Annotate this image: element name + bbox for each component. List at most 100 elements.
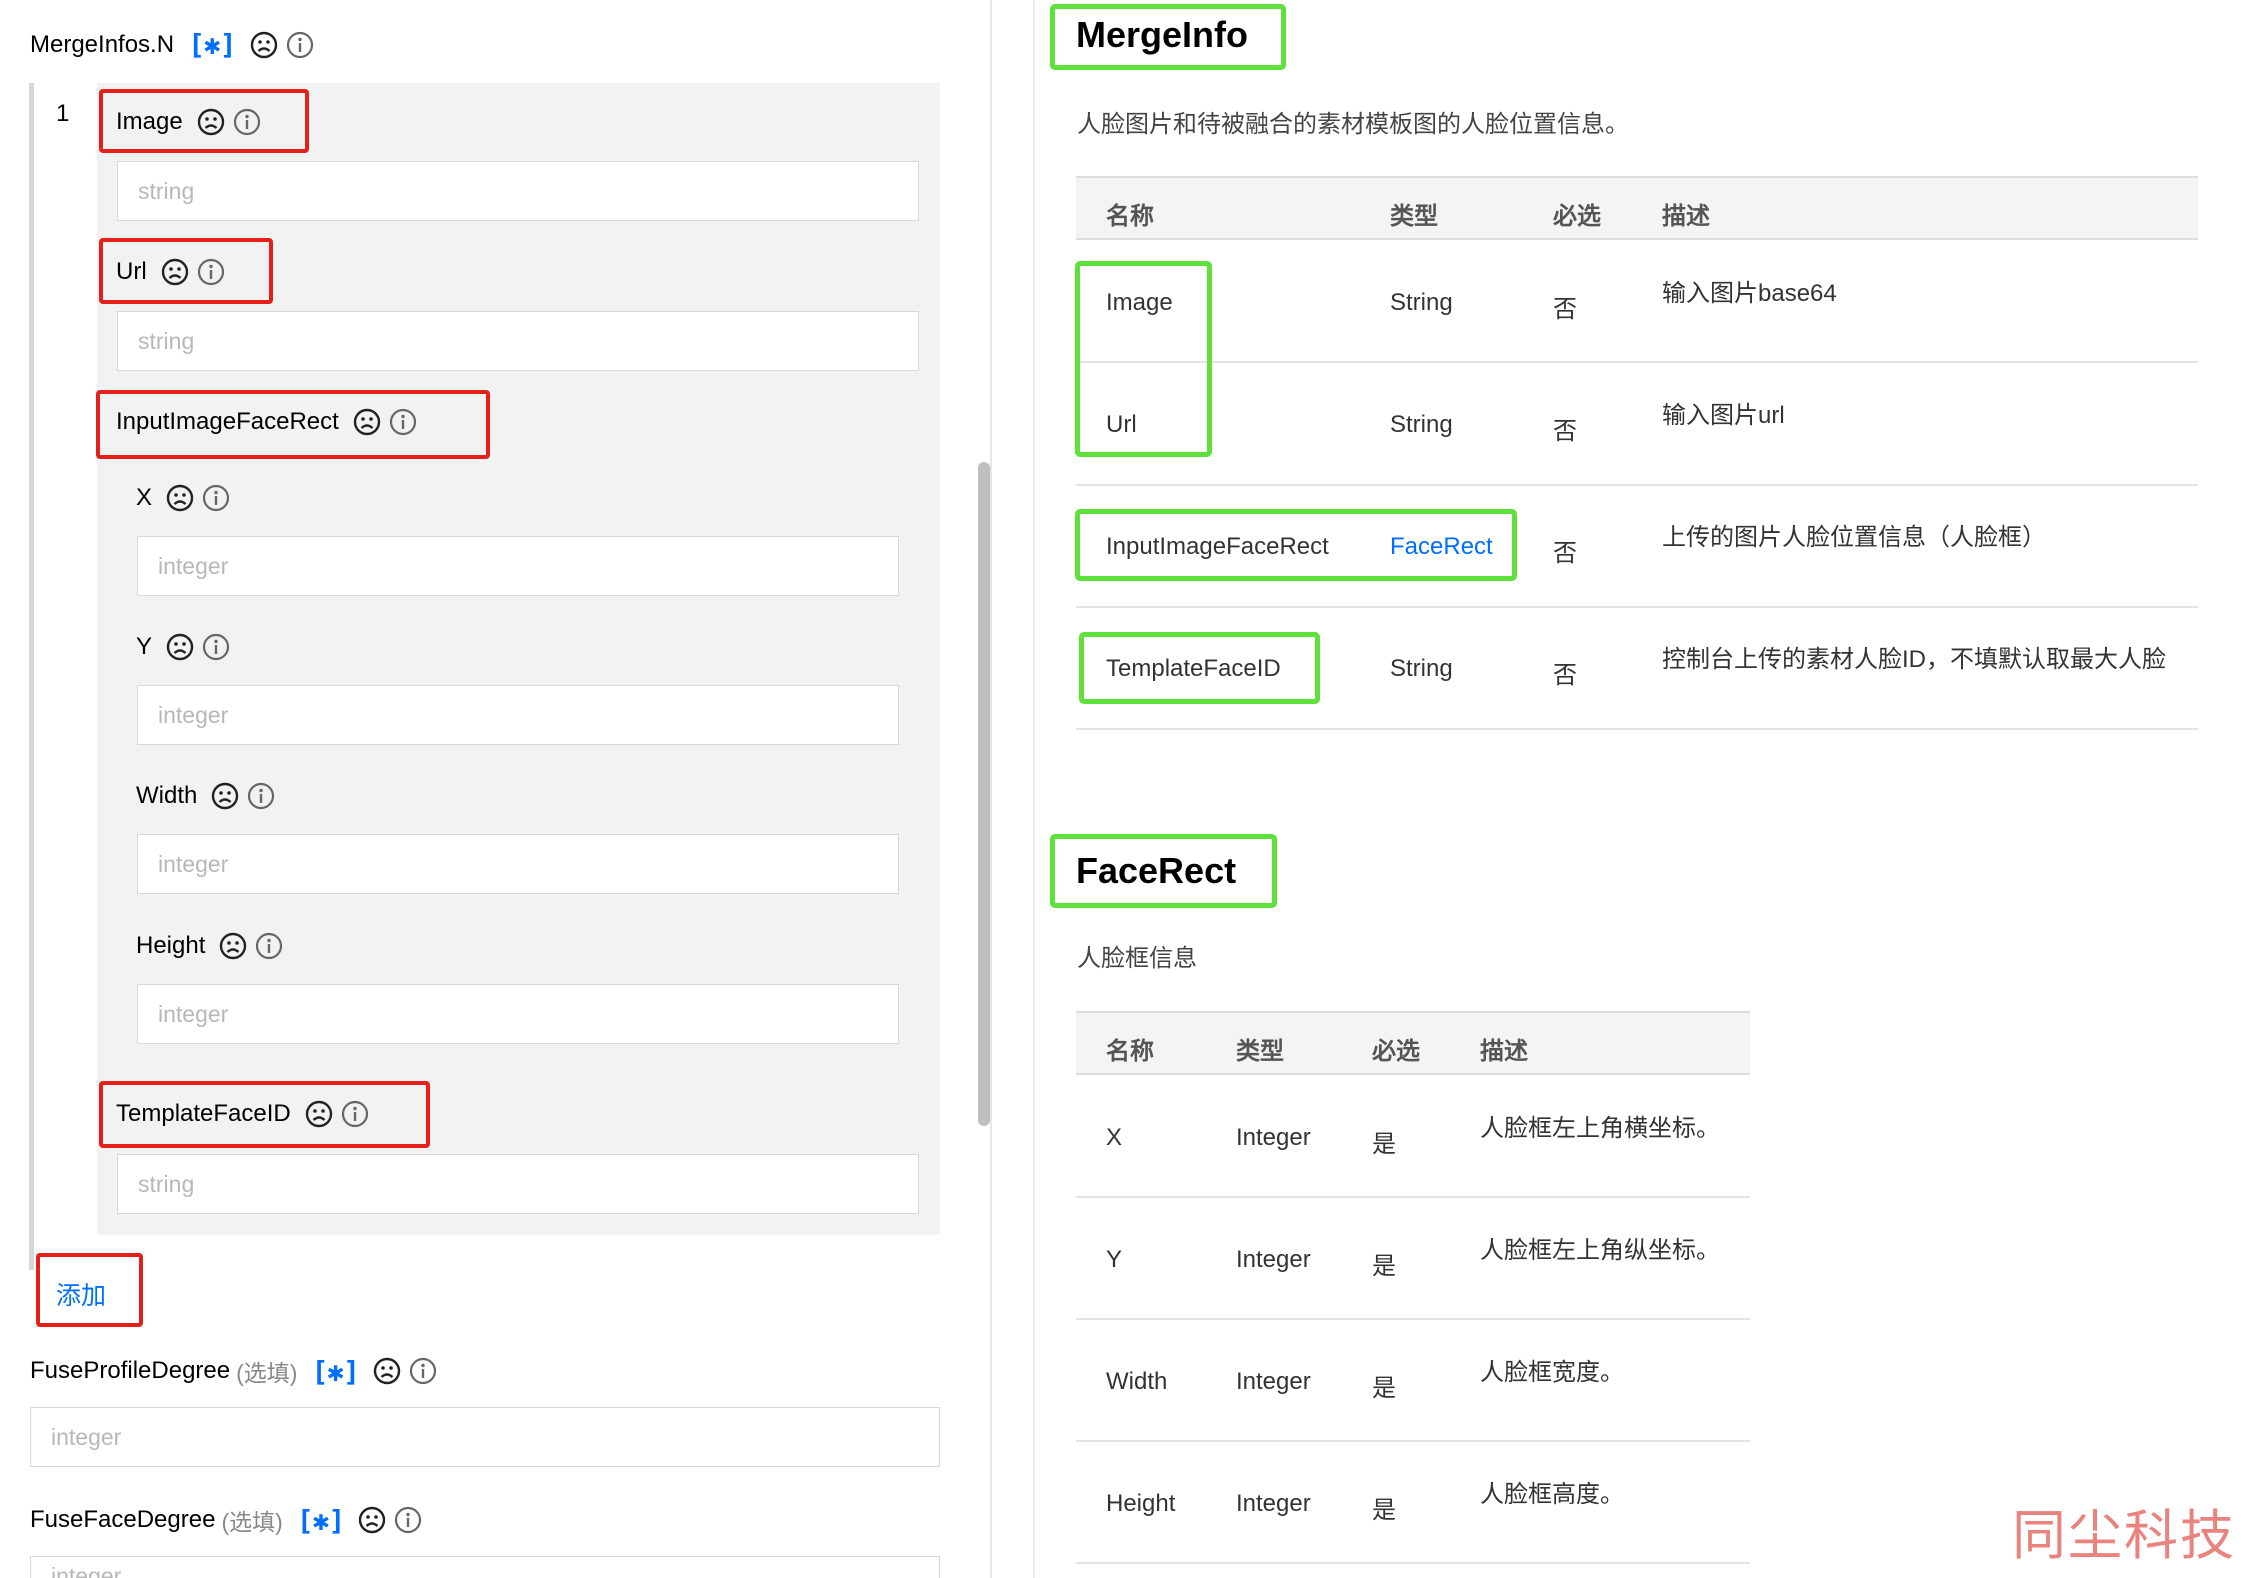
optional-tag: (选填)	[236, 1360, 298, 1386]
template-input[interactable]: string	[117, 1154, 919, 1214]
cell-required: 是	[1372, 1253, 1396, 1280]
fuse-face-input[interactable]: integer	[30, 1556, 940, 1578]
cell-desc: 上传的图片人脸位置信息（人脸框）	[1662, 524, 2046, 551]
highlight-box	[99, 238, 273, 304]
x-label-row: X	[136, 484, 238, 512]
row-divider	[1076, 1196, 1750, 1198]
info-icon[interactable]	[247, 782, 275, 810]
row-divider	[1076, 361, 2198, 363]
fuse-profile-input[interactable]: integer	[30, 1407, 940, 1467]
cell-required: 是	[1372, 1131, 1396, 1158]
cell-desc: 控制台上传的素材人脸ID，不填默认取最大人脸	[1662, 646, 2166, 673]
cell-type: String	[1390, 289, 1453, 316]
sad-face-icon[interactable]	[166, 633, 194, 661]
info-icon[interactable]	[202, 633, 230, 661]
width-label-row: Width	[136, 782, 283, 810]
sad-face-icon[interactable]	[358, 1506, 386, 1534]
y-label: Y	[136, 633, 153, 660]
highlight-box	[96, 390, 490, 459]
sad-face-icon[interactable]	[211, 782, 239, 810]
array-toggle-icon[interactable]: [✱]	[311, 1355, 360, 1388]
cell-required: 否	[1553, 662, 1577, 689]
facerect-desc: 人脸框信息	[1077, 945, 1197, 972]
col-header-desc: 描述	[1662, 203, 1710, 230]
scrollbar-thumb[interactable]	[978, 462, 990, 1126]
col-header-type: 类型	[1390, 203, 1438, 230]
cell-type: String	[1390, 411, 1453, 438]
cell-required: 是	[1372, 1497, 1396, 1524]
image-input[interactable]: string	[117, 161, 919, 221]
cell-type: Integer	[1236, 1124, 1311, 1151]
y-label-row: Y	[136, 633, 238, 661]
array-toggle-icon[interactable]: [✱]	[297, 1504, 346, 1537]
x-input[interactable]: integer	[137, 536, 899, 596]
row-divider	[1076, 606, 2198, 608]
highlight-box	[99, 1081, 430, 1148]
height-label-row: Height	[136, 932, 291, 960]
highlight-box	[1075, 261, 1212, 457]
url-input[interactable]: string	[117, 311, 919, 371]
optional-tag: (选填)	[221, 1509, 283, 1535]
col-header-name: 名称	[1106, 1038, 1154, 1065]
cell-type: String	[1390, 655, 1453, 682]
cell-name: Width	[1106, 1368, 1168, 1395]
cell-name: Height	[1106, 1490, 1176, 1517]
cell-required: 否	[1553, 296, 1577, 323]
fuse-profile-label: FuseProfileDegree	[30, 1357, 231, 1384]
cell-required: 是	[1372, 1375, 1396, 1402]
sad-face-icon[interactable]	[166, 484, 194, 512]
array-item-bar	[29, 83, 34, 1270]
mergeinfo-table-header	[1076, 176, 2198, 240]
col-header-required: 必选	[1372, 1038, 1420, 1065]
info-icon[interactable]	[409, 1357, 437, 1385]
info-icon[interactable]	[255, 932, 283, 960]
fuse-profile-label-row: FuseProfileDegree (选填) [✱]	[30, 1354, 445, 1388]
cell-type: Integer	[1236, 1368, 1311, 1395]
width-label: Width	[136, 782, 198, 809]
fuse-face-label: FuseFaceDegree	[30, 1506, 216, 1533]
fuse-face-label-row: FuseFaceDegree (选填) [✱]	[30, 1503, 430, 1537]
highlight-box	[36, 1253, 143, 1327]
cell-desc: 输入图片base64	[1662, 280, 1837, 307]
sad-face-icon[interactable]	[219, 932, 247, 960]
cell-name: X	[1106, 1124, 1123, 1151]
row-divider	[1076, 1562, 1750, 1564]
cell-desc: 人脸框左上角横坐标。	[1480, 1115, 1720, 1142]
row-divider	[1076, 728, 2198, 730]
info-icon[interactable]	[202, 484, 230, 512]
cell-name: Y	[1106, 1246, 1123, 1273]
highlight-box	[1079, 632, 1320, 704]
col-header-desc: 描述	[1480, 1038, 1528, 1065]
info-icon[interactable]	[286, 31, 314, 59]
cell-desc: 人脸框左上角纵坐标。	[1480, 1237, 1720, 1264]
cell-type: Integer	[1236, 1246, 1311, 1273]
mergeinfo-desc: 人脸图片和待被融合的素材模板图的人脸位置信息。	[1077, 111, 1629, 138]
height-label: Height	[136, 932, 206, 959]
height-input[interactable]: integer	[137, 984, 899, 1044]
info-icon[interactable]	[394, 1506, 422, 1534]
col-header-required: 必选	[1553, 203, 1601, 230]
highlight-box	[1075, 509, 1517, 581]
width-input[interactable]: integer	[137, 834, 899, 894]
array-toggle-icon[interactable]: [✱]	[188, 28, 237, 61]
mergeinfos-label-row: MergeInfos.N [✱]	[30, 28, 322, 61]
highlight-box	[99, 89, 309, 153]
array-item-index: 1	[56, 100, 70, 127]
pane-divider	[1033, 0, 1035, 1578]
cell-required: 否	[1553, 540, 1577, 567]
mergeinfos-label: MergeInfos.N	[30, 30, 175, 58]
x-label: X	[136, 484, 153, 511]
cell-desc: 输入图片url	[1662, 402, 1785, 429]
col-header-type: 类型	[1236, 1038, 1284, 1065]
y-input[interactable]: integer	[137, 685, 899, 745]
cell-required: 否	[1553, 418, 1577, 445]
row-divider	[1076, 484, 2198, 486]
pane-divider	[990, 0, 992, 1578]
sad-face-icon[interactable]	[250, 31, 278, 59]
watermark: 同尘科技	[2012, 1504, 2236, 1567]
row-divider	[1076, 1440, 1750, 1442]
cell-desc: 人脸框宽度。	[1480, 1359, 1624, 1386]
highlight-box	[1050, 834, 1277, 908]
sad-face-icon[interactable]	[373, 1357, 401, 1385]
col-header-name: 名称	[1106, 203, 1154, 230]
